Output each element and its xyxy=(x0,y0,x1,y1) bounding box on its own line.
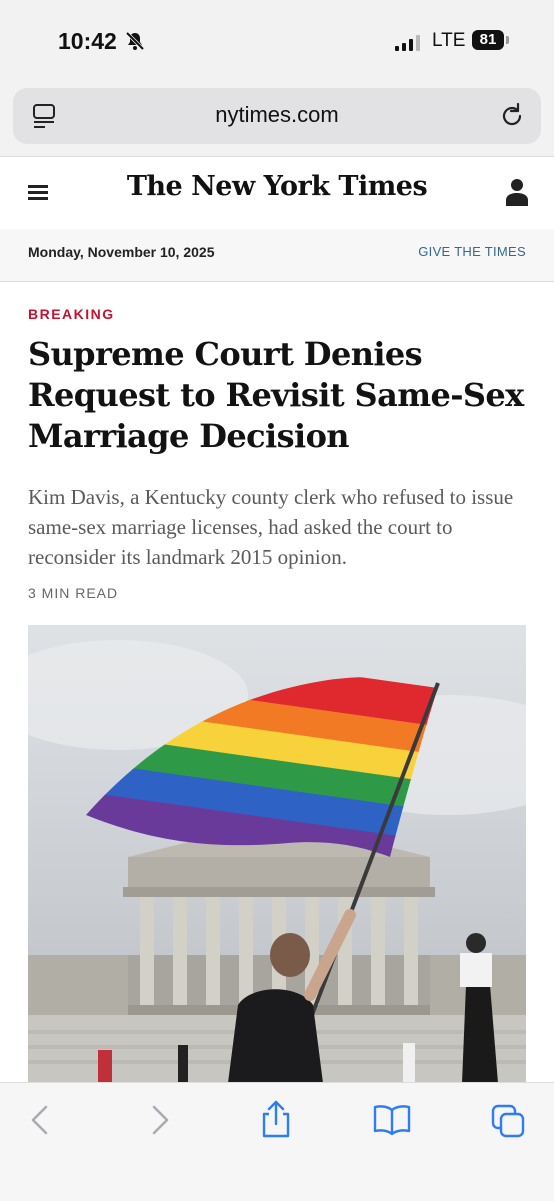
date-bar: Monday, November 10, 2025 GIVE THE TIMES xyxy=(0,229,554,282)
site-logo[interactable]: The New York Times xyxy=(100,171,454,202)
battery-tip xyxy=(506,36,509,44)
bell-slash-icon xyxy=(125,31,145,51)
signal-icon xyxy=(395,35,420,51)
current-date: Monday, November 10, 2025 xyxy=(28,244,215,260)
url-text[interactable]: nytimes.com xyxy=(13,102,541,128)
browser-chrome: 10:42 LTE 81 nytimes.com xyxy=(0,0,554,156)
share-icon[interactable] xyxy=(259,1099,293,1139)
address-bar[interactable]: nytimes.com xyxy=(13,88,541,144)
article-summary: Kim Davis, a Kentucky county clerk who r… xyxy=(28,485,514,569)
article-photo[interactable] xyxy=(28,625,526,1083)
account-icon[interactable] xyxy=(506,178,528,206)
site-header: The New York Times xyxy=(0,156,554,230)
status-time: 10:42 xyxy=(58,28,117,54)
menu-icon[interactable] xyxy=(28,185,48,201)
give-the-times-link[interactable]: GIVE THE TIMES xyxy=(418,244,526,259)
article-headline[interactable]: Supreme Court Denies Request to Revisit … xyxy=(28,334,528,457)
rainbow-flag-photo xyxy=(28,625,526,1083)
reload-icon[interactable] xyxy=(497,101,527,131)
forward-icon[interactable] xyxy=(148,1103,172,1137)
read-time: 3 MIN READ xyxy=(28,585,119,601)
back-icon[interactable] xyxy=(28,1103,52,1137)
browser-toolbar xyxy=(0,1082,554,1201)
battery-indicator: 81 xyxy=(472,30,504,50)
status-bar: 10:42 LTE 81 xyxy=(0,26,554,58)
bookmarks-icon[interactable] xyxy=(372,1103,412,1137)
network-type: LTE xyxy=(432,30,466,51)
tabs-overview-icon[interactable] xyxy=(490,1103,526,1139)
breaking-kicker: BREAKING xyxy=(28,306,115,322)
